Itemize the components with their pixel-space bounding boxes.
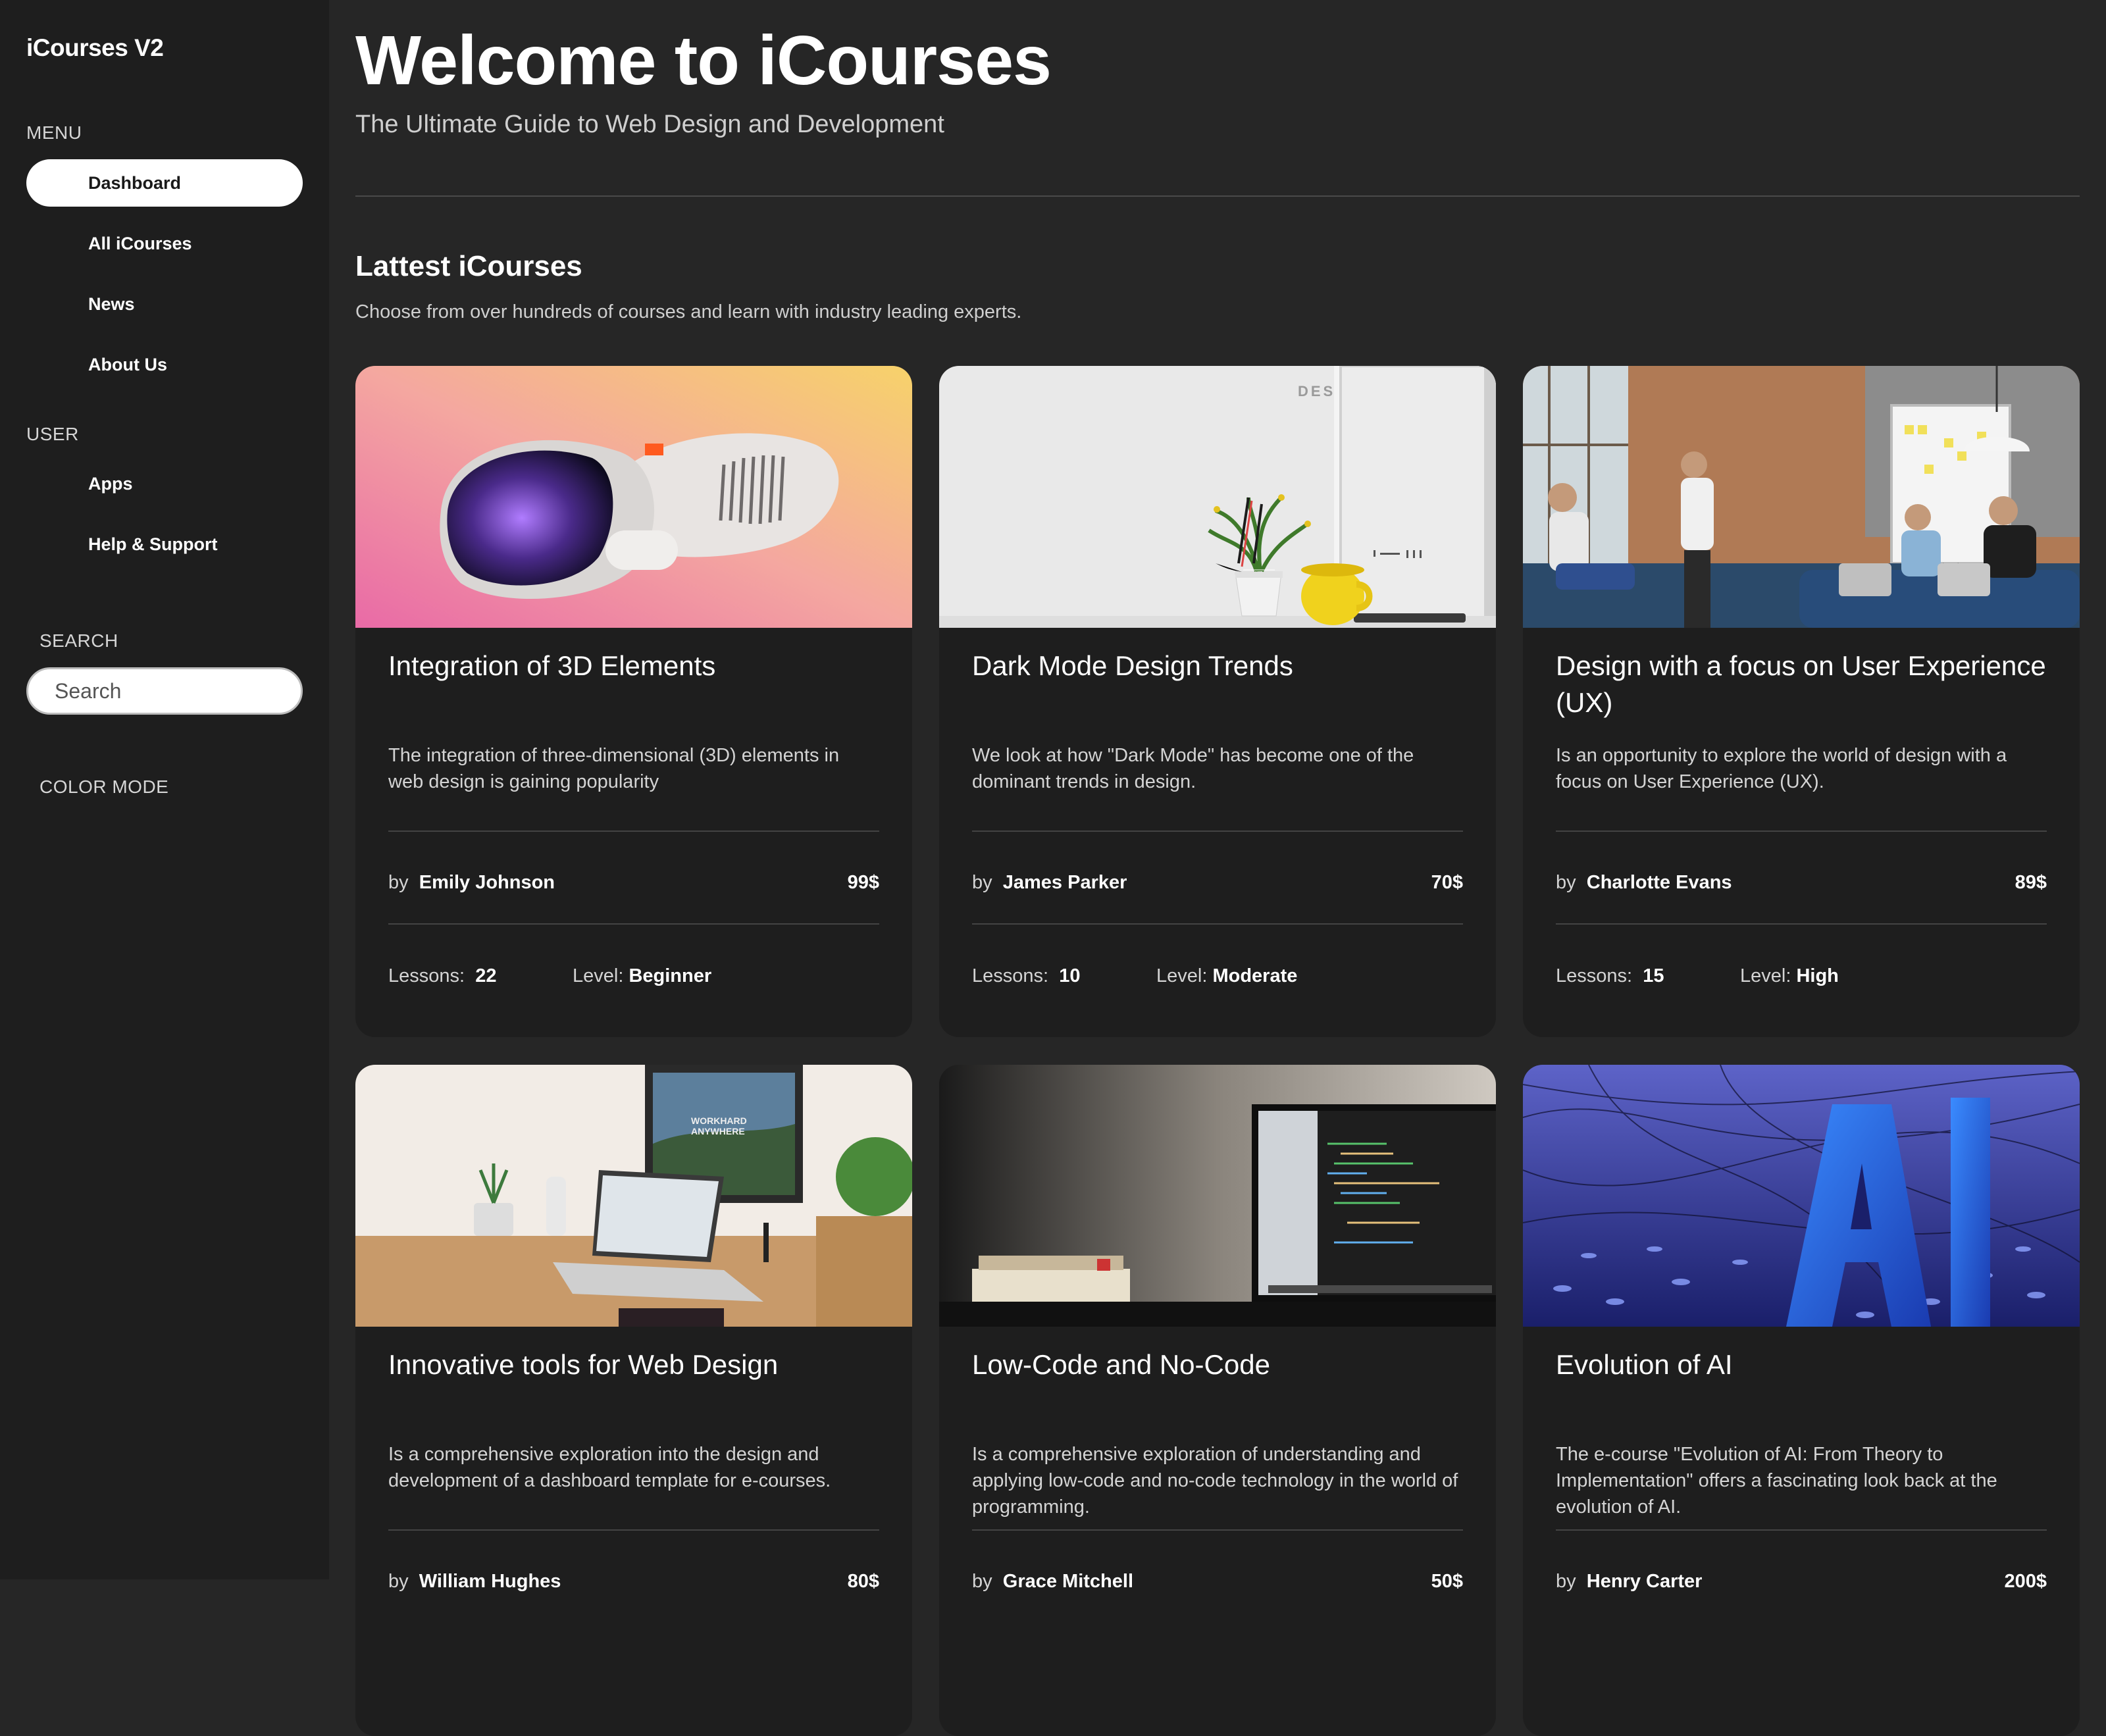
lessons-label: Lessons: bbox=[972, 965, 1049, 986]
by-label: by bbox=[1556, 1571, 1576, 1592]
course-description: We look at how "Dark Mode" has become on… bbox=[972, 745, 1414, 792]
course-price: 200$ bbox=[2004, 1571, 2047, 1592]
color-mode-label[interactable]: COLOR MODE bbox=[39, 777, 168, 798]
course-author-row: by Henry Carter 200$ bbox=[1556, 1571, 2047, 1593]
course-author[interactable]: Charlotte Evans bbox=[1587, 872, 1732, 893]
course-card[interactable]: Design with a focus on User Experience (… bbox=[1523, 366, 2080, 1037]
course-meta-row: Lessons: 22 Level: Beginner bbox=[388, 965, 879, 987]
course-image-desk-monitor: DES bbox=[939, 366, 1496, 628]
course-card[interactable]: Evolution of AI The e-course "Evolution … bbox=[1523, 1065, 2080, 1736]
course-description: Is a comprehensive exploration into the … bbox=[388, 1444, 831, 1491]
menu-section-label: MENU bbox=[26, 122, 82, 143]
course-lessons: 22 bbox=[475, 965, 497, 986]
card-divider bbox=[972, 1529, 1463, 1531]
user-section-label: USER bbox=[26, 424, 79, 444]
by-label: by bbox=[1556, 872, 1576, 893]
brand-logo[interactable]: iCourses V2 bbox=[26, 34, 164, 62]
section-description: Choose from over hundreds of courses and… bbox=[355, 301, 1022, 322]
course-card[interactable]: WORKHARD ANYWHERE Innovative tools for W… bbox=[355, 1065, 912, 1736]
course-meta-row: Lessons: 15 Level: High bbox=[1556, 965, 2047, 987]
course-title[interactable]: Evolution of AI bbox=[1556, 1346, 2047, 1383]
course-image-vr-headset bbox=[355, 366, 912, 628]
course-title[interactable]: Dark Mode Design Trends bbox=[972, 648, 1463, 684]
course-author-row: by William Hughes 80$ bbox=[388, 1571, 879, 1593]
course-price: 89$ bbox=[2015, 872, 2047, 893]
course-image-laptop-code bbox=[939, 1065, 1496, 1327]
course-title[interactable]: Innovative tools for Web Design bbox=[388, 1346, 879, 1383]
course-level: Moderate bbox=[1212, 965, 1298, 986]
card-divider bbox=[1556, 1529, 2047, 1531]
course-author-row: by Grace Mitchell 50$ bbox=[972, 1571, 1463, 1593]
svg-text:DES: DES bbox=[1298, 383, 1335, 399]
course-description: Is an opportunity to explore the world o… bbox=[1556, 745, 2007, 792]
course-author-row: by Emily Johnson 99$ bbox=[388, 872, 879, 894]
svg-text:WORKHARD: WORKHARD bbox=[691, 1115, 747, 1126]
by-label: by bbox=[972, 872, 992, 893]
card-divider bbox=[388, 923, 879, 925]
course-author[interactable]: Emily Johnson bbox=[419, 872, 555, 893]
course-author[interactable]: James Parker bbox=[1003, 872, 1127, 893]
card-divider bbox=[972, 923, 1463, 925]
course-lessons: 10 bbox=[1059, 965, 1081, 986]
card-divider bbox=[972, 830, 1463, 832]
course-title[interactable]: Low-Code and No-Code bbox=[972, 1346, 1463, 1383]
by-label: by bbox=[388, 1571, 409, 1592]
course-price: 50$ bbox=[1431, 1571, 1463, 1592]
by-label: by bbox=[388, 872, 409, 893]
course-card[interactable]: Integration of 3D Elements The integrati… bbox=[355, 366, 912, 1037]
page-title: Welcome to iCourses bbox=[355, 22, 1052, 99]
course-description: The integration of three-dimensional (3D… bbox=[388, 745, 840, 792]
course-title[interactable]: Design with a focus on User Experience (… bbox=[1556, 648, 2047, 721]
page-subtitle: The Ultimate Guide to Web Design and Dev… bbox=[355, 111, 944, 138]
course-image-laptop-desk: WORKHARD ANYWHERE bbox=[355, 1065, 912, 1327]
level-label: Level: bbox=[573, 965, 624, 986]
course-description: The e-course "Evolution of AI: From Theo… bbox=[1556, 1444, 1997, 1518]
course-card[interactable]: Low-Code and No-Code Is a comprehensive … bbox=[939, 1065, 1496, 1736]
sidebar-item-all-icourses[interactable]: All iCourses bbox=[26, 220, 303, 267]
course-image-ai-3d-letters bbox=[1523, 1065, 2080, 1327]
course-title[interactable]: Integration of 3D Elements bbox=[388, 648, 879, 684]
sidebar-item-apps[interactable]: Apps bbox=[26, 460, 303, 507]
search-section-label: SEARCH bbox=[39, 630, 118, 651]
course-author[interactable]: William Hughes bbox=[419, 1571, 561, 1592]
card-divider bbox=[388, 830, 879, 832]
section-title: Lattest iCourses bbox=[355, 250, 582, 282]
course-price: 99$ bbox=[847, 872, 879, 893]
lessons-label: Lessons: bbox=[1556, 965, 1633, 986]
card-divider bbox=[1556, 830, 2047, 832]
sidebar-item-help-support[interactable]: Help & Support bbox=[26, 521, 303, 568]
card-divider bbox=[1556, 923, 2047, 925]
level-label: Level: bbox=[1740, 965, 1791, 986]
lessons-label: Lessons: bbox=[388, 965, 465, 986]
course-price: 70$ bbox=[1431, 872, 1463, 893]
course-meta-row: Lessons: 10 Level: Moderate bbox=[972, 965, 1463, 987]
course-author-row: by James Parker 70$ bbox=[972, 872, 1463, 894]
header-divider bbox=[355, 195, 2080, 197]
level-label: Level: bbox=[1156, 965, 1208, 986]
sidebar-item-dashboard[interactable]: Dashboard bbox=[26, 159, 303, 207]
course-author-row: by Charlotte Evans 89$ bbox=[1556, 872, 2047, 894]
course-lessons: 15 bbox=[1643, 965, 1664, 986]
course-price: 80$ bbox=[847, 1571, 879, 1592]
sidebar: iCourses V2 MENU Dashboard All iCourses … bbox=[0, 0, 329, 1579]
card-divider bbox=[388, 1529, 879, 1531]
sidebar-item-news[interactable]: News bbox=[26, 280, 303, 328]
search-input[interactable] bbox=[26, 667, 303, 715]
course-description: Is a comprehensive exploration of unders… bbox=[972, 1444, 1458, 1518]
course-card[interactable]: DES Dark Mode Design Trends We look at h… bbox=[939, 366, 1496, 1037]
course-author[interactable]: Henry Carter bbox=[1587, 1571, 1703, 1592]
course-author[interactable]: Grace Mitchell bbox=[1003, 1571, 1133, 1592]
course-level: High bbox=[1796, 965, 1839, 986]
sidebar-item-about-us[interactable]: About Us bbox=[26, 341, 303, 388]
svg-text:ANYWHERE: ANYWHERE bbox=[691, 1126, 745, 1136]
course-level: Beginner bbox=[629, 965, 712, 986]
by-label: by bbox=[972, 1571, 992, 1592]
course-image-team-meeting bbox=[1523, 366, 2080, 628]
